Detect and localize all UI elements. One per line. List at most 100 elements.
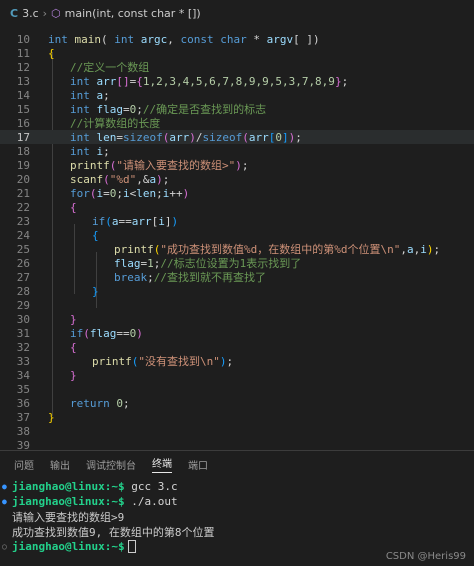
terminal-cursor — [127, 540, 136, 553]
comment: //计算数组的长度 — [70, 117, 161, 130]
code-text: scanf("%d",&a); — [70, 172, 170, 186]
line-number: 36 — [16, 396, 30, 410]
line-number: 28 — [16, 284, 30, 298]
code-line: 19 printf("请输入要查找的数组>"); — [0, 158, 474, 173]
terminal-output: 请输入要查找的数组>9 — [12, 510, 125, 524]
code-text: } — [70, 312, 77, 326]
line-number: 30 — [16, 312, 30, 326]
code-text: } — [70, 368, 77, 382]
code-text: int main( int argc, const char * argv[ ]… — [48, 32, 320, 46]
code-text: if(flag==0) — [70, 326, 143, 340]
terminal-command: gcc 3.c — [124, 480, 178, 493]
bottom-panel: 问题 输出 调试控制台 终端 端口 ● jianghao@linux:~$ gcc… — [0, 450, 474, 566]
code-line: 25 printf("成功查找到数值%d，在数组中的第%d个位置\n",a,i)… — [0, 242, 474, 257]
line-number: 15 — [16, 102, 30, 116]
code-line-current: 17 int len=sizeof(arr)/sizeof(arr[0]); — [0, 130, 474, 144]
code-line: 38 — [0, 424, 474, 438]
code-line: 30 } — [0, 312, 474, 326]
code-line: 33 printf("没有查找到\n"); — [0, 354, 474, 369]
code-text: return 0; — [70, 396, 130, 410]
line-number: 26 — [16, 256, 30, 270]
code-editor[interactable]: 10 int main( int argc, const char * argv… — [0, 28, 474, 452]
breadcrumb-file[interactable]: 3.c — [22, 7, 39, 20]
command-decoration-icon[interactable]: ● — [2, 482, 12, 491]
code-line: 28 } — [0, 284, 474, 298]
terminal-prompt: jianghao@linux:~$ — [12, 540, 125, 553]
code-line: 27 break;//查找到就不再查找了 — [0, 270, 474, 285]
terminal-prompt: jianghao@linux:~$ — [12, 495, 125, 508]
code-text: printf("请输入要查找的数组>"); — [70, 159, 249, 172]
code-line: 12 //定义一个数组 — [0, 60, 474, 75]
code-line: 32 { — [0, 340, 474, 354]
tab-output[interactable]: 输出 — [50, 457, 70, 472]
line-number: 29 — [16, 298, 30, 312]
line-number: 38 — [16, 424, 30, 438]
terminal-command: ./a.out — [124, 495, 178, 508]
tab-problems[interactable]: 问题 — [14, 457, 34, 472]
code-line: 26 flag=1;//标志位设置为1表示找到了 — [0, 256, 474, 271]
line-number: 19 — [16, 158, 30, 172]
c-file-icon: C — [10, 6, 19, 20]
tab-ports[interactable]: 端口 — [188, 457, 208, 472]
line-number: 20 — [16, 172, 30, 186]
code-line: 15 int flag=0;//确定是否查找到的标志 — [0, 102, 474, 117]
code-text: { — [48, 46, 55, 60]
comment: //确定是否查找到的标志 — [142, 103, 267, 116]
line-number: 35 — [16, 382, 30, 396]
code-line: 20 scanf("%d",&a); — [0, 172, 474, 186]
code-line: 18 int i; — [0, 144, 474, 158]
breadcrumb: C 3.c › ⬡ main(int, const char * []) — [0, 0, 474, 26]
terminal-prompt: jianghao@linux:~$ — [12, 480, 125, 493]
line-number: 25 — [16, 242, 30, 256]
tab-debug-console[interactable]: 调试控制台 — [86, 457, 136, 472]
code-line: 13 int arr[]={1,2,3,4,5,6,7,8,9,9,5,3,7,… — [0, 74, 474, 88]
terminal[interactable]: ● jianghao@linux:~$ gcc 3.c ● jianghao@lin… — [0, 479, 474, 554]
code-line: 16 //计算数组的长度 — [0, 116, 474, 131]
code-line: 21 for(i=0;i<len;i++) — [0, 186, 474, 200]
panel-tabs: 问题 输出 调试控制台 终端 端口 — [0, 451, 474, 477]
code-line: 11 { — [0, 46, 474, 60]
code-text: printf("没有查找到\n"); — [92, 355, 234, 368]
code-line: 22 { — [0, 200, 474, 214]
line-number: 11 — [16, 46, 30, 60]
code-line: 23 if(a==arr[i]) — [0, 214, 474, 228]
code-line: 34 } — [0, 368, 474, 382]
command-decoration-icon[interactable]: ○ — [2, 542, 12, 551]
line-number: 22 — [16, 200, 30, 214]
line-number: 10 — [16, 32, 30, 46]
line-number: 27 — [16, 270, 30, 284]
line-number: 32 — [16, 340, 30, 354]
command-decoration-icon[interactable]: ● — [2, 497, 12, 506]
chevron-right-icon: › — [42, 6, 48, 20]
comment: //定义一个数组 — [70, 61, 150, 74]
code-text: for(i=0;i<len;i++) — [70, 186, 190, 200]
watermark: CSDN @Heris99 — [385, 551, 466, 562]
code-text: { — [92, 228, 99, 242]
code-line: 37 } — [0, 410, 474, 424]
code-text: } — [48, 410, 55, 424]
line-number: 34 — [16, 368, 30, 382]
line-number: 33 — [16, 354, 30, 368]
terminal-line: ● jianghao@linux:~$ gcc 3.c — [0, 479, 474, 494]
code-text: } — [92, 284, 99, 298]
code-line: 24 { — [0, 228, 474, 242]
line-number: 37 — [16, 410, 30, 424]
code-line: 35 — [0, 382, 474, 396]
line-number: 12 — [16, 60, 30, 74]
code-line: 14 int a; — [0, 88, 474, 102]
line-number: 14 — [16, 88, 30, 102]
code-text: int a; — [70, 88, 110, 102]
function-cube-icon: ⬡ — [51, 6, 61, 20]
code-text: break;//查找到就不再查找了 — [114, 271, 266, 284]
terminal-output: 成功查找到数值9, 在数组中的第8个位置 — [12, 525, 215, 539]
code-line: 36 return 0; — [0, 396, 474, 410]
breadcrumb-function[interactable]: main(int, const char * []) — [65, 7, 201, 20]
code-text: int i; — [70, 144, 110, 158]
code-line: 31 if(flag==0) — [0, 326, 474, 340]
line-number: 17 — [16, 130, 30, 144]
code-line: 29 — [0, 298, 474, 312]
line-number: 31 — [16, 326, 30, 340]
line-number: 23 — [16, 214, 30, 228]
line-number: 18 — [16, 144, 30, 158]
tab-terminal[interactable]: 终端 — [152, 455, 172, 473]
